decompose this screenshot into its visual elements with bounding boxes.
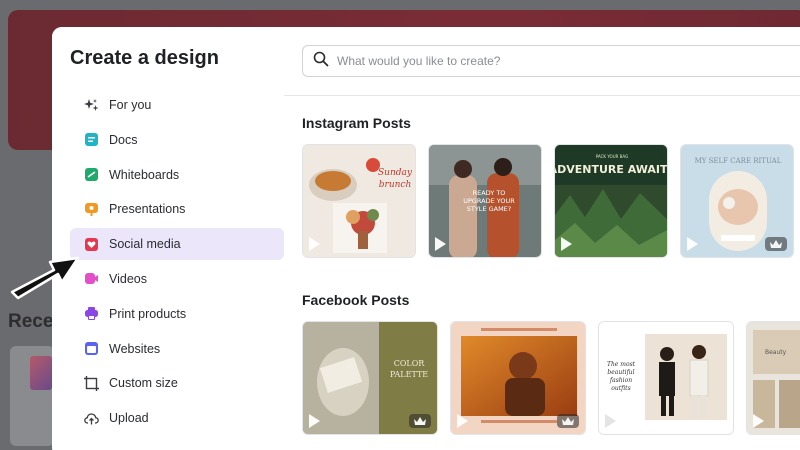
svg-text:COLOR: COLOR: [394, 359, 426, 368]
template-tile-beauty-grid[interactable]: Beauty: [746, 321, 800, 435]
upload-icon: [84, 411, 99, 426]
template-thumbnail: The most beautiful fashion outfits: [599, 322, 733, 434]
svg-text:Sunday: Sunday: [378, 168, 413, 178]
template-tile-color-palette[interactable]: COLOR PALETTE: [302, 321, 438, 435]
sidebar-item-print-products[interactable]: Print products: [70, 298, 284, 330]
svg-text:PACK YOUR BAG: PACK YOUR BAG: [596, 154, 628, 159]
sidebar-item-presentations[interactable]: Presentations: [70, 193, 284, 225]
play-icon: [687, 237, 698, 251]
sidebar-item-label: Docs: [109, 132, 138, 147]
svg-text:ADVENTURE AWAITS: ADVENTURE AWAITS: [555, 163, 668, 176]
svg-text:PALETTE: PALETTE: [390, 370, 428, 379]
sidebar-item-label: Websites: [109, 341, 161, 356]
template-tile-upgrade-style-game[interactable]: READY TO UPGRADE YOUR STYLE GAME?: [428, 144, 542, 258]
doc-icon: [84, 132, 99, 147]
crown-icon: [765, 237, 787, 251]
svg-text:The most: The most: [607, 361, 636, 368]
section-title-facebook: Facebook Posts: [302, 292, 410, 308]
play-icon: [753, 414, 764, 428]
sidebar: Create a design For you Docs Whiteboards: [52, 27, 284, 450]
sidebar-item-label: Presentations: [109, 202, 186, 217]
sparkle-icon: [84, 98, 99, 113]
svg-text:STYLE GAME?: STYLE GAME?: [467, 205, 512, 213]
svg-text:Beauty: Beauty: [765, 349, 787, 356]
section-title-instagram: Instagram Posts: [302, 115, 411, 131]
facebook-templates-row: COLOR PALETTE The most beautiful fashion…: [302, 321, 800, 435]
printer-icon: [84, 306, 99, 321]
play-icon: [457, 414, 468, 428]
play-icon: [309, 237, 320, 251]
instagram-templates-row: Sunday brunch READY TO UPGRADE YOUR STYL…: [302, 144, 794, 258]
play-icon: [435, 237, 446, 251]
pointer-arrow-icon: [10, 256, 80, 300]
heart-icon: [84, 237, 99, 252]
svg-text:READY TO: READY TO: [473, 189, 506, 197]
search-bar[interactable]: [302, 45, 800, 77]
sidebar-item-custom-size[interactable]: Custom size: [70, 367, 284, 399]
svg-text:outfits: outfits: [611, 385, 630, 392]
crop-icon: [84, 375, 99, 391]
background-card-thumbnail: [30, 356, 52, 390]
svg-text:UPGRADE YOUR: UPGRADE YOUR: [463, 197, 515, 205]
video-icon: [84, 271, 99, 286]
sidebar-item-label: Upload: [109, 411, 149, 426]
template-tile-self-care-ritual[interactable]: MY SELF CARE RITUAL: [680, 144, 794, 258]
presentation-icon: [84, 202, 99, 217]
sidebar-item-label: Custom size: [109, 376, 178, 391]
sidebar-item-videos[interactable]: Videos: [70, 263, 284, 295]
whiteboard-icon: [84, 167, 99, 182]
crown-icon: [557, 414, 579, 428]
sidebar-item-docs[interactable]: Docs: [70, 124, 284, 156]
sidebar-item-whiteboards[interactable]: Whiteboards: [70, 159, 284, 191]
template-tile-adventure-awaits[interactable]: PACK YOUR BAG ADVENTURE AWAITS: [554, 144, 668, 258]
create-design-modal: Create a design For you Docs Whiteboards: [52, 27, 800, 450]
svg-text:beautiful: beautiful: [607, 369, 634, 376]
main-panel: Instagram Posts Sunday brunch: [284, 27, 800, 450]
play-icon: [309, 414, 320, 428]
sidebar-item-label: For you: [109, 98, 152, 112]
sidebar-item-label: Social media: [109, 237, 181, 252]
background-recent-heading: Rece: [8, 311, 54, 332]
template-tile-orange-portrait[interactable]: [450, 321, 586, 435]
website-icon: [84, 341, 99, 356]
template-tile-fashion-duo[interactable]: The most beautiful fashion outfits: [598, 321, 734, 435]
play-icon: [561, 237, 572, 251]
sidebar-item-websites[interactable]: Websites: [70, 333, 284, 365]
svg-text:fashion: fashion: [609, 377, 632, 384]
sidebar-item-label: Whiteboards: [109, 167, 180, 182]
template-tile-food-flatlay[interactable]: Sunday brunch: [302, 144, 416, 258]
sidebar-item-social-media[interactable]: Social media: [70, 228, 284, 261]
sidebar-item-label: Videos: [109, 271, 147, 286]
svg-text:brunch: brunch: [379, 180, 412, 190]
search-input[interactable]: [337, 54, 797, 68]
search-icon: [313, 51, 329, 72]
sidebar-nav: For you Docs Whiteboards Presentations S…: [70, 89, 284, 437]
sidebar-item-upload[interactable]: Upload: [70, 402, 284, 434]
sidebar-item-label: Print products: [109, 306, 187, 321]
header-divider: [284, 95, 800, 96]
crown-icon: [409, 414, 431, 428]
sidebar-item-for-you[interactable]: For you: [70, 89, 284, 121]
modal-title: Create a design: [70, 47, 219, 69]
play-icon: [605, 414, 616, 428]
svg-text:MY SELF CARE RITUAL: MY SELF CARE RITUAL: [695, 157, 782, 165]
